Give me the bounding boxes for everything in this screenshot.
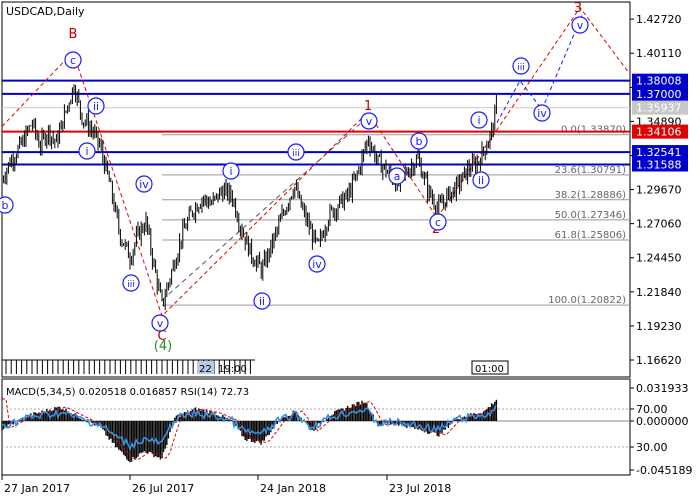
wave-label-text: b <box>2 199 9 212</box>
price-tick-label: 1.40110 <box>636 47 682 60</box>
wave-degree-label: (4) <box>154 339 172 354</box>
wave-degree-label: 1 <box>364 99 372 114</box>
wave-label-text: iv <box>537 107 547 120</box>
wave-label-text: iv <box>312 258 322 271</box>
price-axis: 1.427201.401101.374901.348901.322701.296… <box>630 13 682 367</box>
wave-label-text: v <box>577 19 584 32</box>
wave-label-text: iii <box>127 280 135 290</box>
time-ruler-label: 19:00 <box>218 364 247 375</box>
wave-degree-label: B <box>69 27 78 42</box>
time-ruler-label: 01:00 <box>475 364 504 375</box>
wave-label-text: v <box>157 317 164 330</box>
price-tick-label: 1.21840 <box>636 286 682 299</box>
wave-label-text: ii <box>93 100 99 113</box>
level-tag-label: 1.32541 <box>636 146 682 159</box>
indicator-tick-label: -0.045189 <box>636 464 692 477</box>
wave-label-text: c <box>70 54 76 67</box>
wave-label-text: ii <box>259 295 265 308</box>
fib-level-label: 23.6(1.30791) <box>555 165 627 176</box>
level-tag-label: 1.35937 <box>636 102 682 115</box>
time-tick-label: 23 Jul 2018 <box>389 482 451 495</box>
level-tag-label: 1.37000 <box>636 88 682 101</box>
fib-level-label: 100.0(1.20822) <box>548 295 626 306</box>
fib-level-label: 61.8(1.25806) <box>555 230 627 241</box>
time-axis: 27 Jan 2017 26 Jul 2017 24 Jan 2018 23 Jul … <box>1 475 451 495</box>
wave-label-text: b <box>416 135 423 148</box>
wave-label-text: i <box>229 165 232 178</box>
indicator-tick-label: 0.031933 <box>636 382 689 395</box>
fib-level-label: 0.0(1.33870) <box>561 125 626 136</box>
price-tick-label: 1.27060 <box>636 218 682 231</box>
fib-level-label: 38.2(1.28886) <box>555 190 627 201</box>
wave-label-text: v <box>366 115 373 128</box>
indicator-label: MACD(5,34,5) 0.020518 0.016857 RSI(14) 7… <box>6 387 249 398</box>
wave-label-text: iii <box>292 149 300 159</box>
time-tick-label: 24 Jan 2018 <box>260 482 326 495</box>
time-tick-label: 26 Jul 2017 <box>132 482 194 495</box>
price-tick-label: 1.24450 <box>636 252 682 265</box>
time-tick-label: 27 Jan 2017 <box>4 482 70 495</box>
level-tag-label: 1.31588 <box>636 159 682 172</box>
usdcad-chart: 0.0(1.33870) 23.6(1.30791) 38.2(1.28886) 50… <box>0 1 692 495</box>
level-tag-label: 1.38008 <box>636 75 682 88</box>
indicator-tick-label: 30.00 <box>636 441 668 454</box>
indicator-tick-label: 0.000000 <box>636 415 689 428</box>
price-tick-label: 1.29670 <box>636 184 682 197</box>
wave-label-text: ii <box>478 174 484 187</box>
wave-label-text: c <box>435 216 441 229</box>
wave-label-text: i <box>85 145 88 158</box>
time-ruler-label: 22 <box>199 364 212 375</box>
price-tick-label: 1.16620 <box>636 354 682 367</box>
wave-label-text: iii <box>517 63 525 73</box>
wave-label-text: iv <box>139 178 149 191</box>
main-plot-frame <box>1 1 631 378</box>
wave-label-text: i <box>477 114 480 127</box>
price-tick-label: 1.42720 <box>636 13 682 26</box>
wave-label-text: a <box>394 170 401 183</box>
level-tag-label: 1.34106 <box>636 126 682 139</box>
fib-level-label: 50.0(1.27346) <box>555 210 627 221</box>
symbol-label: USDCAD,Daily <box>6 5 85 18</box>
wave-degree-label: 3 <box>574 1 582 16</box>
price-tick-label: 1.19230 <box>636 320 682 333</box>
